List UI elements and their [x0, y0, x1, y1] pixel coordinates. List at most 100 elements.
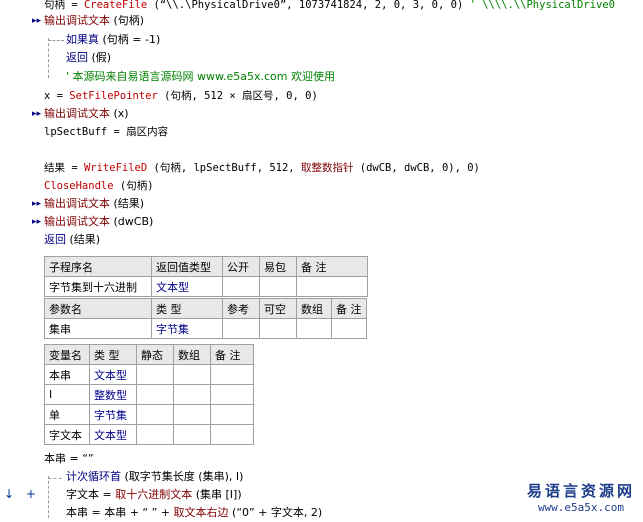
keyword: 输出调试文本 — [44, 107, 110, 120]
cell[interactable] — [259, 276, 297, 297]
col-header: 备 注 — [331, 298, 367, 319]
cell[interactable] — [136, 404, 174, 425]
code-args: (假) — [88, 51, 112, 64]
api-call: SetFilePointer — [69, 90, 158, 102]
code-line-debug-4[interactable]: 输出调试文本 (dwCB) — [44, 213, 153, 231]
code-args: (“\\.\PhysicalDrive0”, 1073741824, 2, 0,… — [147, 0, 470, 11]
code-comment: ' \\\\.\\PhysicalDrive0 — [469, 0, 615, 11]
code-line-return-false[interactable]: 返回 (假) — [66, 49, 111, 67]
loop-guide — [48, 476, 49, 518]
col-header: 公开 — [222, 256, 260, 277]
cell[interactable] — [222, 318, 260, 339]
cell-return-type[interactable]: 文本型 — [151, 276, 223, 297]
cell[interactable] — [210, 364, 254, 385]
watermark-url: www.e5a5x.com — [537, 501, 625, 514]
cell-var-type[interactable]: 整数型 — [89, 384, 137, 405]
cell[interactable] — [210, 404, 254, 425]
col-header: 备 注 — [296, 256, 368, 277]
cell[interactable] — [222, 276, 260, 297]
col-header: 易包 — [259, 256, 297, 277]
code-line-return-result[interactable]: 返回 (结果) — [44, 231, 100, 249]
variable-row[interactable]: 字文本 文本型 — [44, 424, 254, 445]
cell-sub-name[interactable]: 字节集到十六进制 — [44, 276, 152, 297]
api-call: CreateFile — [83, 0, 148, 11]
keyword-return: 返回 — [66, 51, 88, 64]
keyword: 输出调试文本 — [44, 14, 110, 27]
cell[interactable] — [136, 424, 174, 445]
code-args: (结果) — [110, 197, 145, 210]
keyword-return: 返回 — [44, 233, 66, 246]
code-line-debug-2[interactable]: 输出调试文本 (x) — [44, 105, 129, 123]
cell-var-type[interactable]: 文本型 — [89, 424, 137, 445]
code-line-setfilepointer[interactable]: x = SetFilePointer (句柄, 512 × 扇区号, 0, 0) — [44, 87, 318, 105]
variable-table: 变量名 类 型 静态 数组 备 注 本串 文本型 I 整数型 单 字节集 字文本… — [44, 344, 254, 445]
code-args: (句柄, 512 × 扇区号, 0, 0) — [157, 90, 318, 102]
variable-row[interactable]: I 整数型 — [44, 384, 254, 405]
cell[interactable] — [296, 318, 332, 339]
cell-var-name[interactable]: I — [44, 384, 90, 405]
code-line-lpsectbuff[interactable]: lpSectBuff = 扇区内容 — [44, 123, 168, 141]
cell-var-name[interactable]: 本串 — [44, 364, 90, 385]
breakpoint-marker[interactable]: ↓ + — [4, 487, 36, 501]
parameter-header-row: 参数名 类 型 参考 可空 数组 备 注 — [44, 298, 367, 319]
cell[interactable] — [331, 318, 367, 339]
cell[interactable] — [173, 424, 211, 445]
parameter-table: 参数名 类 型 参考 可空 数组 备 注 集串 字节集 — [44, 298, 367, 339]
code-line-debug-3[interactable]: 输出调试文本 (结果) — [44, 195, 144, 213]
code-line-init-string[interactable]: 本串 = “” — [44, 450, 94, 468]
keyword: 输出调试文本 — [44, 197, 110, 210]
code-args: (结果) — [66, 233, 101, 246]
down-arrow-icon: ↓ — [4, 487, 15, 501]
code-args: (x) — [110, 107, 129, 120]
keyword-if: 如果真 — [66, 33, 99, 46]
cell[interactable] — [173, 364, 211, 385]
code-line-debug-1[interactable]: 输出调试文本 (句柄) — [44, 12, 144, 30]
cell-var-type[interactable]: 文本型 — [89, 364, 137, 385]
variable-row[interactable]: 本串 文本型 — [44, 364, 254, 385]
col-header: 备 注 — [210, 344, 254, 365]
code-line-closehandle[interactable]: CloseHandle (句柄) — [44, 177, 154, 195]
col-header: 返回值类型 — [151, 256, 223, 277]
keyword: 取整数指针 — [300, 162, 354, 174]
code-text: 句柄 = — [44, 0, 84, 11]
code-args: (dwCB, dwCB, 0), 0) — [353, 162, 480, 174]
cell[interactable] — [210, 424, 254, 445]
cell[interactable] — [136, 384, 174, 405]
subroutine-header-row: 子程序名 返回值类型 公开 易包 备 注 — [44, 256, 368, 277]
code-line-comment[interactable]: ' 本源码来自易语言源码网 www.e5a5x.com 欢迎使用 — [66, 68, 335, 86]
col-header: 数组 — [173, 344, 211, 365]
code-text: lpSectBuff = 扇区内容 — [44, 126, 169, 138]
col-header: 静态 — [136, 344, 174, 365]
code-line-writefile[interactable]: 结果 = WriteFileD (句柄, lpSectBuff, 512, 取整… — [44, 159, 480, 177]
code-line-if[interactable]: 如果真 (句柄 = -1) — [66, 31, 160, 49]
cell[interactable] — [210, 384, 254, 405]
cell[interactable] — [173, 384, 211, 405]
keyword: 输出调试文本 — [44, 215, 110, 228]
debug-arrow-icon: ▸▸ — [32, 199, 42, 209]
keyword: 取文本右边 — [173, 506, 229, 519]
cell-param-name[interactable]: 集串 — [44, 318, 152, 339]
debug-arrow-icon: ▸▸ — [32, 109, 42, 119]
cell[interactable] — [259, 318, 297, 339]
col-header: 类 型 — [151, 298, 223, 319]
cell[interactable] — [296, 276, 368, 297]
subroutine-row[interactable]: 字节集到十六进制 文本型 — [44, 276, 368, 297]
block-guide — [48, 40, 64, 41]
parameter-row[interactable]: 集串 字节集 — [44, 318, 367, 339]
code-text: 本串 = “” — [44, 452, 94, 465]
variable-row[interactable]: 单 字节集 — [44, 404, 254, 425]
cell-param-type[interactable]: 字节集 — [151, 318, 223, 339]
site-watermark: 易语言资源网 www.e5a5x.com — [527, 480, 635, 514]
cell-var-name[interactable]: 字文本 — [44, 424, 90, 445]
code-line-concat[interactable]: 本串 = 本串 + “ ” + 取文本右边 (“0” + 字文本, 2) — [66, 504, 322, 522]
cell-var-type[interactable]: 字节集 — [89, 404, 137, 425]
code-args: (句柄) — [110, 14, 145, 27]
cell[interactable] — [173, 404, 211, 425]
code-args: (“0” + 字文本, 2) — [228, 506, 323, 519]
cell[interactable] — [136, 364, 174, 385]
debug-arrow-icon: ▸▸ — [32, 217, 42, 227]
cell-var-name[interactable]: 单 — [44, 404, 90, 425]
code-line-hex-text[interactable]: 字文本 = 取十六进制文本 (集串 [I]) — [66, 486, 242, 504]
code-line-loop[interactable]: 计次循环首 (取字节集长度 (集串), I) — [66, 468, 243, 486]
col-header: 参考 — [222, 298, 260, 319]
